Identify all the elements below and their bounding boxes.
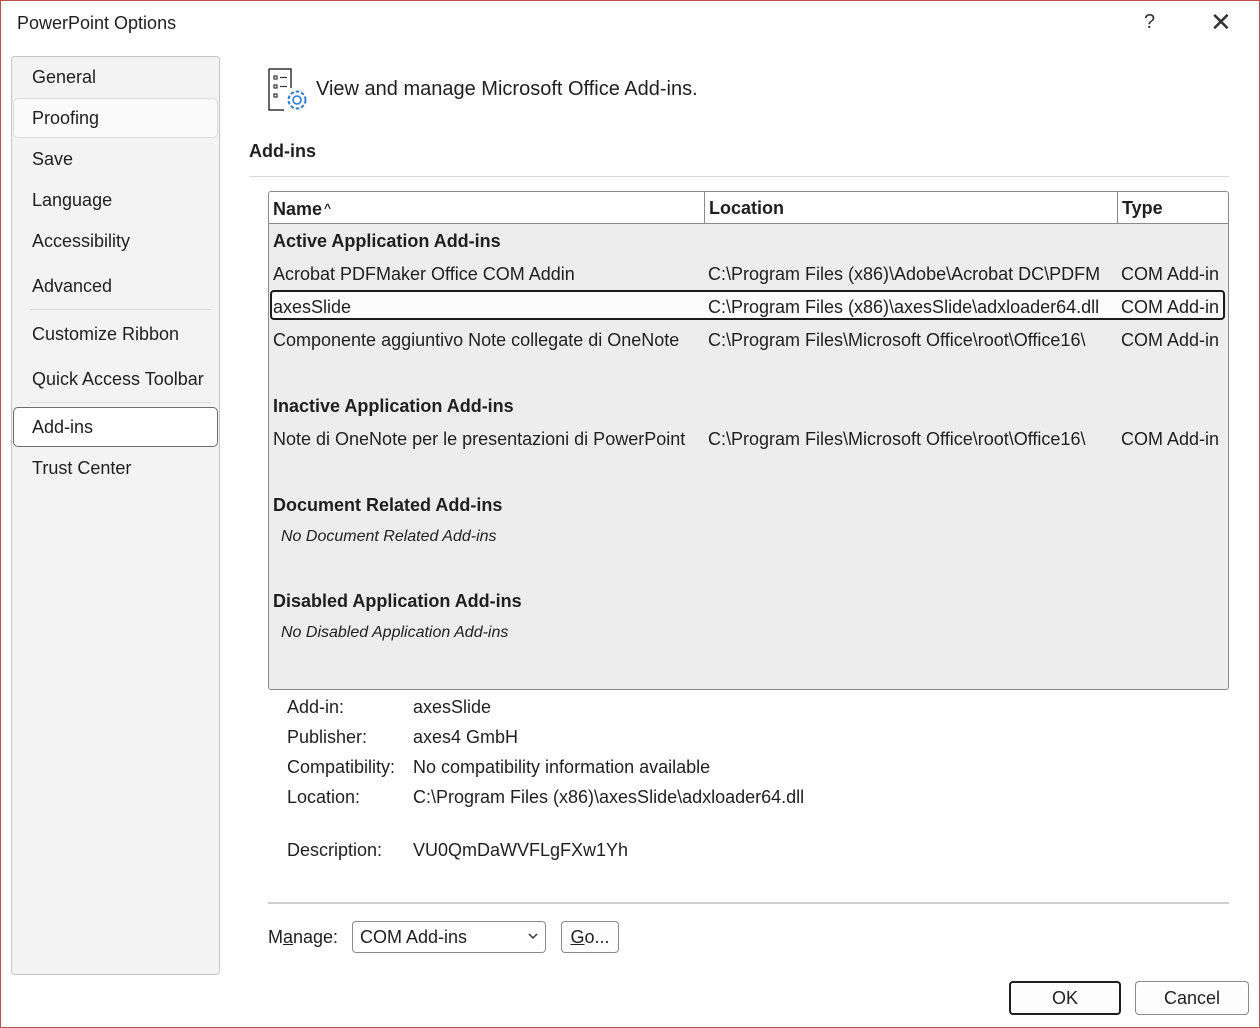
detail-location-value: C:\Program Files (x86)\axesSlide\adxload…	[413, 787, 805, 807]
group-disabled-empty: No Disabled Application Add-ins	[281, 624, 509, 641]
row-location[interactable]: C:\Program Files (x86)\Adobe\Acrobat DC\…	[708, 262, 1108, 286]
sidebar-item-advanced[interactable]: Advanced	[13, 266, 218, 306]
detail-addin-label: Add-in:	[287, 697, 345, 717]
row-name[interactable]: Componente aggiuntivo Note collegate di …	[273, 328, 698, 352]
row-location[interactable]: C:\Program Files\Microsoft Office\root\O…	[708, 427, 1108, 451]
sidebar-item-customize-ribbon[interactable]: Customize Ribbon	[13, 314, 218, 354]
row-location[interactable]: C:\Program Files (x86)\axesSlide\adxload…	[708, 295, 1108, 319]
section-divider	[249, 176, 1229, 177]
row-type[interactable]: COM Add-in	[1121, 295, 1225, 319]
chevron-down-icon	[527, 922, 539, 962]
ok-button[interactable]: OK	[1009, 981, 1121, 1015]
detail-compatibility-label: Compatibility:	[287, 757, 396, 777]
sort-ascending-icon: ^	[324, 201, 332, 215]
column-header-type[interactable]: Type	[1117, 192, 1228, 223]
column-header-location[interactable]: Location	[704, 192, 1118, 223]
cancel-button[interactable]: Cancel	[1135, 981, 1249, 1015]
detail-description-label: Description:	[287, 840, 383, 860]
row-location[interactable]: C:\Program Files\Microsoft Office\root\O…	[708, 328, 1108, 352]
group-active-title: Active Application Add-ins	[273, 231, 501, 251]
detail-location-label: Location:	[287, 787, 361, 807]
help-button[interactable]: ?	[1144, 11, 1155, 34]
row-name[interactable]: Acrobat PDFMaker Office COM Addin	[273, 262, 698, 286]
sidebar-separator	[30, 402, 211, 403]
sidebar-item-general[interactable]: General	[13, 57, 218, 97]
manage-label: Manage:	[268, 927, 339, 947]
sidebar-item-accessibility[interactable]: Accessibility	[13, 221, 218, 261]
sidebar-item-quick-access-toolbar[interactable]: Quick Access Toolbar	[13, 359, 218, 399]
detail-addin-value: axesSlide	[413, 697, 492, 717]
page-heading: View and manage Microsoft Office Add-ins…	[316, 78, 698, 100]
group-inactive-title: Inactive Application Add-ins	[273, 396, 514, 416]
column-header-name[interactable]: Name ^	[269, 192, 704, 223]
sidebar: General Proofing Save Language Accessibi…	[11, 56, 220, 975]
manage-select-value: COM Add-ins	[360, 927, 468, 947]
detail-publisher-label: Publisher:	[287, 727, 368, 747]
section-title: Add-ins	[249, 141, 316, 161]
group-document-title: Document Related Add-ins	[273, 495, 503, 515]
go-button[interactable]: Go...	[561, 921, 619, 953]
manage-select[interactable]: COM Add-ins	[352, 921, 546, 953]
sidebar-item-trust-center[interactable]: Trust Center	[13, 448, 218, 488]
row-type[interactable]: COM Add-in	[1121, 427, 1225, 451]
list-header: Name ^ Location Type	[269, 192, 1228, 224]
sidebar-item-proofing[interactable]: Proofing	[13, 98, 218, 138]
window-title: PowerPoint Options	[17, 13, 177, 33]
column-header-name-label: Name	[273, 199, 323, 219]
sidebar-item-language[interactable]: Language	[13, 180, 218, 220]
detail-description-value: VU0QmDaWVFLgFXw1Yh	[413, 840, 629, 860]
row-name[interactable]: Note di OneNote per le presentazioni di …	[273, 427, 698, 451]
sidebar-item-save[interactable]: Save	[13, 139, 218, 179]
sidebar-item-add-ins[interactable]: Add-ins	[13, 407, 218, 447]
row-type[interactable]: COM Add-in	[1121, 262, 1225, 286]
detail-compatibility-value: No compatibility information available	[413, 757, 711, 777]
row-type[interactable]: COM Add-in	[1121, 328, 1225, 352]
group-disabled-title: Disabled Application Add-ins	[273, 591, 522, 611]
group-document-empty: No Document Related Add-ins	[281, 528, 497, 545]
detail-publisher-value: axes4 GmbH	[413, 727, 519, 747]
sidebar-separator	[30, 309, 211, 310]
addins-settings-icon	[266, 68, 310, 119]
row-name[interactable]: axesSlide	[273, 295, 698, 319]
addins-list[interactable]: Name ^ Location Type Active Application A…	[268, 191, 1229, 690]
manage-divider	[268, 902, 1229, 904]
close-button[interactable]: ✕	[1210, 8, 1232, 36]
